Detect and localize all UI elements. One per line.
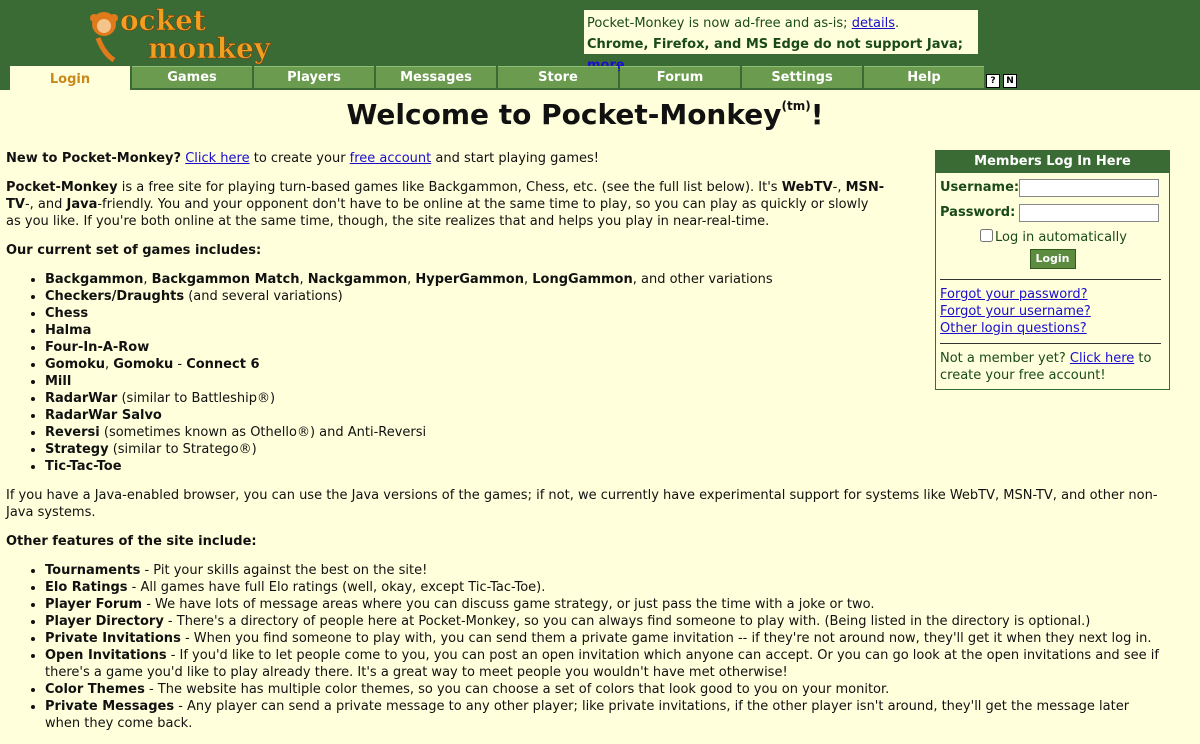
login-help-links: Forgot your password? Forgot your userna… <box>940 286 1169 337</box>
password-input[interactable] <box>1019 203 1159 222</box>
forgot-password-link[interactable]: Forgot your password? <box>940 286 1169 303</box>
details-link[interactable]: details <box>852 16 895 31</box>
tab-help[interactable]: Help <box>864 66 984 88</box>
new-window-icon[interactable]: N <box>1003 74 1017 88</box>
signup-prompt: Not a member yet? Click here to create y… <box>940 351 1152 383</box>
tab-games[interactable]: Games <box>132 66 252 88</box>
other-login-questions-link[interactable]: Other login questions? <box>940 320 1169 337</box>
list-item: Tic-Tac-Toe <box>45 458 1166 475</box>
tab-forum[interactable]: Forum <box>620 66 740 88</box>
svg-text:monkey: monkey <box>148 32 271 64</box>
divider <box>940 343 1161 344</box>
username-row: Username: <box>940 177 1169 198</box>
list-item: Reversi (sometimes known as Othello®) an… <box>45 424 1166 441</box>
list-item: Player Directory - There's a directory o… <box>45 613 1166 630</box>
list-item: Color Themes - The website has multiple … <box>45 681 1166 698</box>
list-item: Strategy (similar to Stratego®) <box>45 441 1166 458</box>
login-box: Members Log In Here Username: Password: … <box>935 150 1170 390</box>
tab-store[interactable]: Store <box>498 66 618 88</box>
java-note: If you have a Java-enabled browser, you … <box>6 488 1158 520</box>
list-item: Private Messages - Any player can send a… <box>45 698 1166 732</box>
notice-box: Pocket-Monkey is now ad-free and as-is; … <box>584 10 978 73</box>
list-item: RadarWar Salvo <box>45 407 1166 424</box>
login-box-title: Members Log In Here <box>936 151 1169 173</box>
password-row: Password: <box>940 202 1169 223</box>
create-account-link[interactable]: Click here <box>185 151 249 166</box>
divider <box>940 279 1161 280</box>
list-item: RadarWar (similar to Battleship®) <box>45 390 1166 407</box>
tab-messages[interactable]: Messages <box>376 66 496 88</box>
features-list: Tournaments - Pit your skills against th… <box>6 562 1166 732</box>
main-nav-tabs: Login Games Players Messages Store Forum… <box>10 66 986 91</box>
auto-login-checkbox[interactable] <box>980 229 993 242</box>
help-question-icon[interactable]: ? <box>986 74 1000 88</box>
login-button[interactable]: Login <box>1029 249 1076 269</box>
tab-players[interactable]: Players <box>254 66 374 88</box>
features-heading: Other features of the site include: <box>6 534 257 549</box>
tab-login[interactable]: Login <box>10 66 130 91</box>
list-item: Private Invitations - When you find some… <box>45 630 1166 647</box>
about-paragraph: Pocket-Monkey is a free site for playing… <box>6 180 885 229</box>
free-account-link[interactable]: free account <box>350 151 432 166</box>
forgot-username-link[interactable]: Forgot your username? <box>940 303 1169 320</box>
tab-settings[interactable]: Settings <box>742 66 862 88</box>
signup-link[interactable]: Click here <box>1070 351 1134 366</box>
username-label: Username: <box>940 180 1020 195</box>
auto-login-row: Log in automatically <box>980 229 1169 245</box>
username-input[interactable] <box>1019 178 1159 197</box>
list-item: Open Invitations - If you'd like to let … <box>45 647 1166 681</box>
mini-icon-group: ? N <box>986 74 1017 88</box>
auto-login-label: Log in automatically <box>995 230 1127 245</box>
page-title: Welcome to Pocket-Monkey(tm)! <box>346 98 824 131</box>
password-label: Password: <box>940 205 1016 220</box>
list-item: Tournaments - Pit your skills against th… <box>45 562 1166 579</box>
site-header: ocket monkey Pocket-Monkey is now ad-fre… <box>0 0 1200 91</box>
notice-line-1: Pocket-Monkey is now ad-free and as-is; … <box>587 16 900 31</box>
list-item: Player Forum - We have lots of message a… <box>45 596 1166 613</box>
list-item: Elo Ratings - All games have full Elo ra… <box>45 579 1166 596</box>
pocket-monkey-logo[interactable]: ocket monkey <box>84 4 289 64</box>
